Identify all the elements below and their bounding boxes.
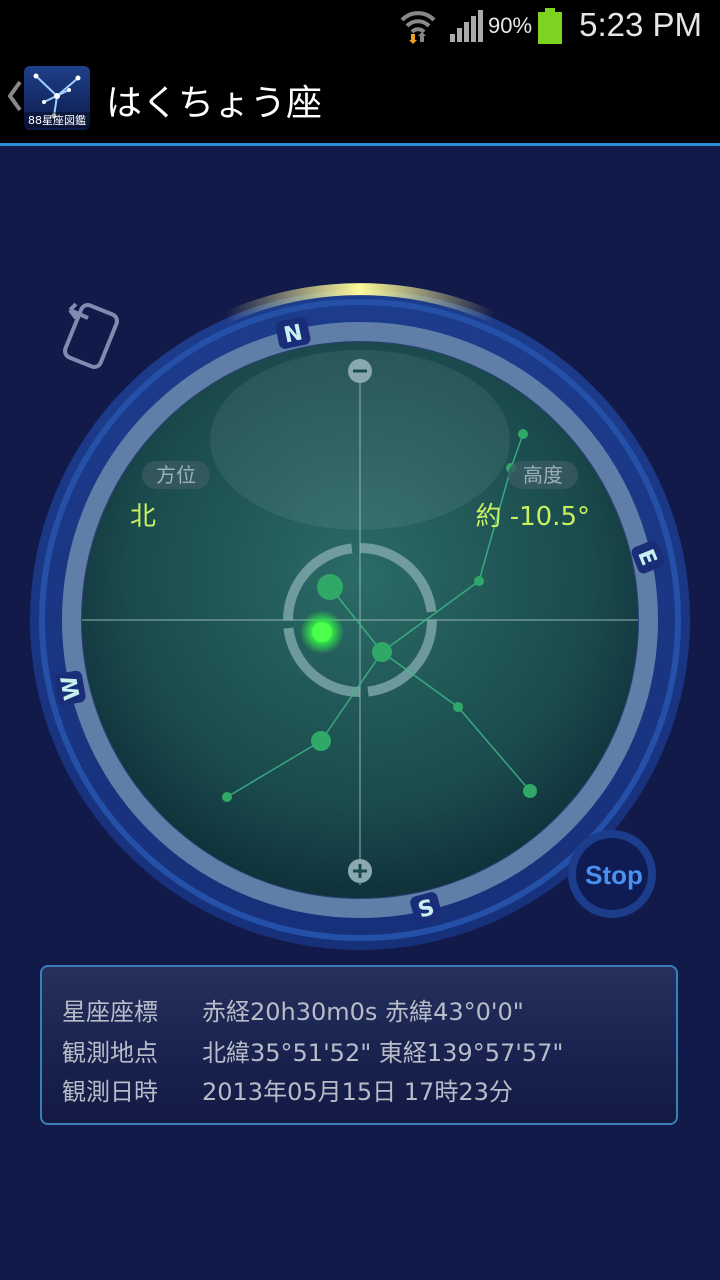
info-key: 観測地点: [62, 1039, 158, 1067]
stop-label: Stop: [585, 860, 643, 890]
info-value: 2013年05月15日 17時23分: [202, 1078, 513, 1106]
zoom-out-button[interactable]: [348, 359, 372, 383]
app-icon[interactable]: 88星座図鑑: [24, 66, 90, 130]
info-key: 星座座標: [62, 998, 158, 1026]
star: [311, 731, 331, 751]
azimuth-label: 方位: [156, 463, 196, 487]
battery-icon: [538, 8, 562, 44]
star: [317, 574, 343, 600]
info-row-location: 観測地点 北緯35°51'52" 東経139°57'57": [62, 1033, 563, 1068]
compass: 方位 北 高度 約 -10.5° N E S W Stop: [30, 283, 690, 950]
info-key: 観測日時: [62, 1078, 158, 1106]
star: [222, 792, 232, 802]
rotate-device-icon: [63, 302, 119, 369]
stop-button[interactable]: Stop: [568, 830, 656, 918]
azimuth-value: 北: [130, 502, 156, 532]
chevron-left-icon[interactable]: [4, 78, 24, 114]
clock: 5:23 PM: [579, 6, 702, 43]
star: [372, 642, 392, 662]
app-icon-label: 88星座図鑑: [24, 112, 90, 128]
info-value: 赤経20h30m0s 赤緯43°0'0": [202, 998, 524, 1026]
star: [518, 429, 528, 439]
altitude-value: 約 -10.5°: [475, 502, 590, 532]
info-value: 北緯35°51'52" 東経139°57'57": [202, 1039, 564, 1067]
status-bar: 90% 5:23 PM: [0, 0, 720, 50]
action-bar: 88星座図鑑 はくちょう座: [0, 50, 720, 146]
direction-west: W: [57, 674, 86, 702]
signal-icon: [450, 10, 483, 42]
page-title: はくちょう座: [106, 83, 323, 124]
info-row-datetime: 観測日時 2013年05月15日 17時23分: [62, 1072, 513, 1107]
info-panel: 星座座標 赤経20h30m0s 赤緯43°0'0" 観測地点 北緯35°51'52"…: [40, 965, 678, 1125]
star: [453, 702, 463, 712]
info-row-coordinates: 星座座標 赤経20h30m0s 赤緯43°0'0": [62, 992, 524, 1027]
zoom-in-button[interactable]: [348, 859, 372, 883]
star: [523, 784, 537, 798]
altitude-label: 高度: [523, 463, 563, 487]
battery-percent: 90%: [488, 13, 533, 38]
star: [474, 576, 484, 586]
wifi-icon: [400, 11, 436, 44]
